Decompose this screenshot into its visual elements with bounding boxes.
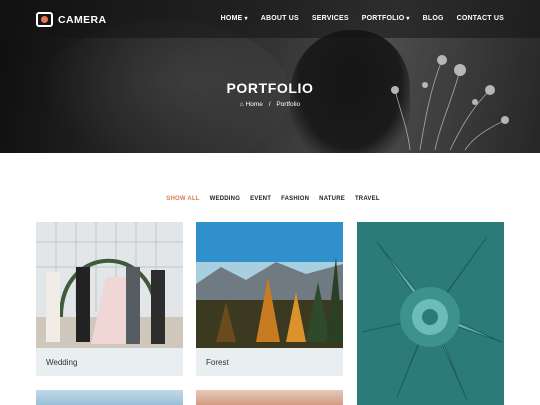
breadcrumb-separator: / xyxy=(268,101,271,108)
portfolio-item-partial-1[interactable] xyxy=(36,390,183,405)
wedding-ceremony-photo xyxy=(36,222,183,348)
chevron-down-icon: ▾ xyxy=(244,16,248,22)
portfolio-caption: Wedding xyxy=(36,348,183,376)
filter-wedding[interactable]: WEDDING xyxy=(210,196,240,202)
nav-item-about-us[interactable]: ABOUT US xyxy=(261,15,299,22)
filter-fashion[interactable]: FASHION xyxy=(281,196,309,202)
nav-item-services[interactable]: SERVICES xyxy=(312,15,349,22)
camera-lock-icon xyxy=(36,12,53,27)
filter-nature[interactable]: NATURE xyxy=(319,196,345,202)
top-navbar: CAMERA HOME ▾ ABOUT US SERVICES PORTFOLIO… xyxy=(0,0,540,38)
chevron-down-icon: ▾ xyxy=(406,16,410,22)
autumn-forest-mountains-photo xyxy=(196,222,343,348)
breadcrumb: ⌂ Home / Portfolio xyxy=(0,101,540,108)
main-nav: HOME ▾ ABOUT US SERVICES PORTFOLIO ▾ BLOG … xyxy=(221,15,504,22)
portfolio-item-wedding[interactable]: Wedding xyxy=(36,222,183,376)
filter-travel[interactable]: TRAVEL xyxy=(355,196,380,202)
portfolio-item-forest[interactable]: Forest xyxy=(196,222,343,376)
filter-show-all[interactable]: SHOW ALL xyxy=(166,196,199,202)
portfolio-item-partial-2[interactable] xyxy=(196,390,343,405)
site-logo[interactable]: CAMERA xyxy=(36,12,106,27)
hero-banner: CAMERA HOME ▾ ABOUT US SERVICES PORTFOLIO… xyxy=(0,0,540,153)
portfolio-filters: SHOW ALL WEDDING EVENT FASHION NATURE TR… xyxy=(0,196,540,202)
home-icon: ⌂ xyxy=(239,101,244,108)
nav-item-contact-us[interactable]: CONTACT US xyxy=(457,15,504,22)
page-title: PORTFOLIO xyxy=(226,80,314,96)
breadcrumb-current: Portfolio xyxy=(276,101,301,108)
portfolio-caption: Forest xyxy=(196,348,343,376)
portfolio-item-succulent[interactable] xyxy=(357,222,504,405)
nav-item-home[interactable]: HOME ▾ xyxy=(221,15,248,22)
nav-item-portfolio[interactable]: PORTFOLIO ▾ xyxy=(362,15,410,22)
filter-event[interactable]: EVENT xyxy=(250,196,271,202)
nav-item-blog[interactable]: BLOG xyxy=(423,15,444,22)
teal-succulent-closeup-photo xyxy=(357,222,504,405)
page: CAMERA HOME ▾ ABOUT US SERVICES PORTFOLIO… xyxy=(0,0,540,405)
breadcrumb-home[interactable]: Home xyxy=(246,101,263,108)
logo-text: CAMERA xyxy=(58,13,107,26)
